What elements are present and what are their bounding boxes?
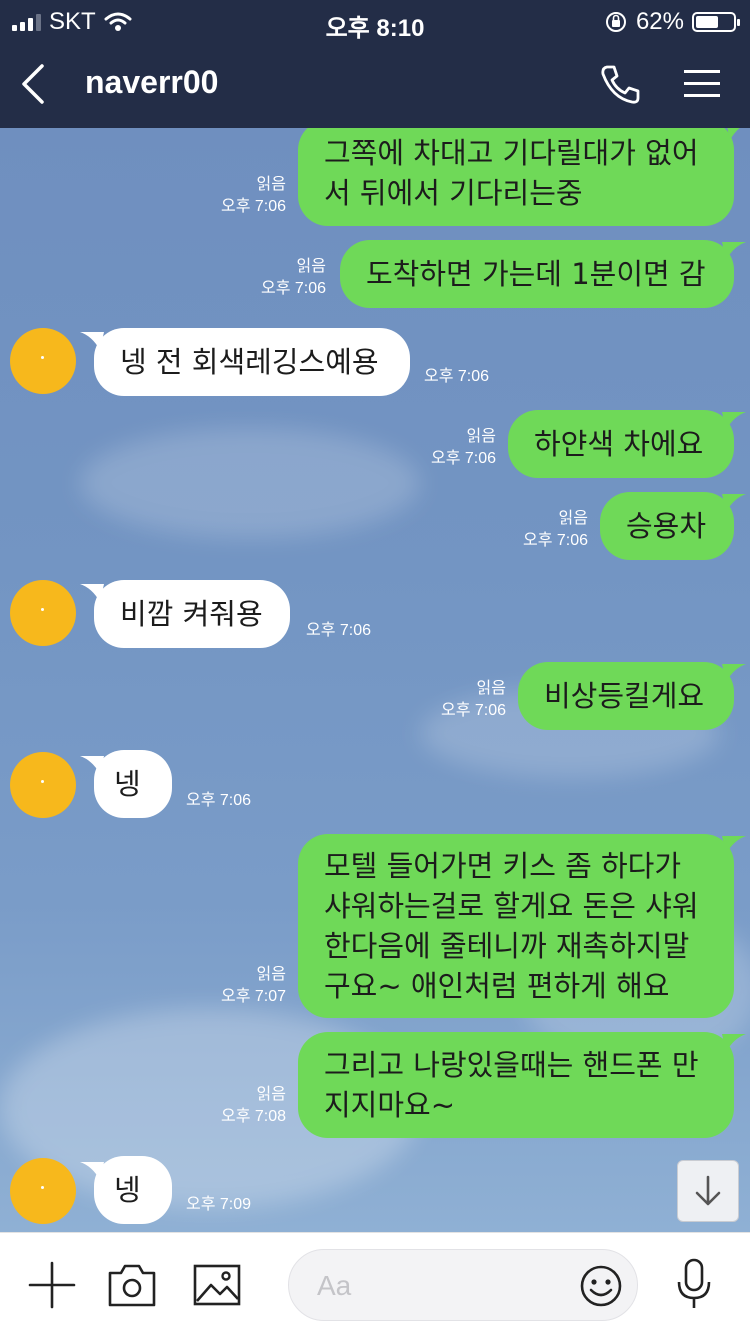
message-time: 오후 7:08: [220, 1108, 286, 1125]
chat-area[interactable]: 읽음 오후 7:06 그쪽에 차대고 기다릴대가 없어 서 뒤에서 기다리는중 …: [0, 128, 750, 1232]
camera-icon[interactable]: [106, 1261, 158, 1309]
message-bubble[interactable]: 그리고 나랑있을때는 핸드폰 만 지지마요~: [298, 1032, 734, 1138]
read-receipt: 읽음: [558, 510, 588, 527]
message-bubble[interactable]: 비깜 켜줘용: [94, 580, 290, 648]
scroll-to-bottom-button[interactable]: [677, 1160, 739, 1222]
chat-header: naverr00: [0, 42, 750, 128]
avatar[interactable]: [10, 752, 76, 818]
message-bubble[interactable]: 하얀색 차에요: [508, 410, 734, 478]
phone-icon[interactable]: [598, 62, 642, 106]
read-receipt: 읽음: [256, 1086, 286, 1103]
battery-percent: 62%: [635, 8, 684, 35]
input-bar: Aa: [0, 1232, 750, 1335]
message-input[interactable]: Aa: [288, 1249, 638, 1321]
chevron-left-icon[interactable]: [14, 60, 58, 108]
message-time: 오후 7:06: [440, 702, 506, 719]
read-receipt: 읽음: [256, 176, 286, 193]
message-bubble[interactable]: 비상등킬게요: [518, 662, 734, 730]
message-input-placeholder: Aa: [317, 1270, 352, 1301]
avatar[interactable]: [10, 1158, 76, 1224]
read-receipt: 읽음: [466, 428, 496, 445]
avatar[interactable]: [10, 328, 76, 394]
battery-icon: [692, 12, 740, 32]
message-time: 오후 7:06: [220, 198, 286, 215]
read-receipt: 읽음: [296, 258, 326, 275]
arrow-down-icon: [695, 1175, 721, 1206]
chat-title: naverr00: [85, 64, 219, 100]
message-time: 오후 7:06: [306, 622, 372, 639]
status-bar: SKT 오후 8:10 62%: [0, 0, 750, 42]
message-bubble[interactable]: 넹: [94, 1156, 172, 1224]
menu-icon[interactable]: [680, 66, 724, 102]
message-bubble[interactable]: 그쪽에 차대고 기다릴대가 없어 서 뒤에서 기다리는중: [298, 128, 734, 226]
message-time: 오후 7:06: [424, 368, 490, 385]
message-time: 오후 7:06: [430, 450, 496, 467]
read-receipt: 읽음: [256, 966, 286, 983]
image-icon[interactable]: [192, 1261, 244, 1309]
message-bubble[interactable]: 모텔 들어가면 키스 좀 하다가 샤워하는걸로 할게요 돈은 샤워 한다음에 줄…: [298, 834, 734, 1018]
message-bubble[interactable]: 도착하면 가는데 1분이면 감: [340, 240, 734, 308]
emoji-icon[interactable]: [579, 1264, 623, 1308]
plus-icon[interactable]: [28, 1261, 76, 1309]
microphone-icon[interactable]: [674, 1257, 714, 1311]
read-receipt: 읽음: [476, 680, 506, 697]
message-time: 오후 7:06: [186, 792, 252, 809]
message-bubble[interactable]: 넹: [94, 750, 172, 818]
avatar[interactable]: [10, 580, 76, 646]
message-bubble[interactable]: 승용차: [600, 492, 734, 560]
rotation-lock-icon: [605, 12, 626, 32]
message-time: 오후 7:06: [260, 280, 326, 297]
message-bubble[interactable]: 넹 전 회색레깅스예용: [94, 328, 410, 396]
message-time: 오후 7:07: [220, 988, 286, 1005]
message-time: 오후 7:06: [522, 532, 588, 549]
message-time: 오후 7:09: [186, 1196, 252, 1213]
